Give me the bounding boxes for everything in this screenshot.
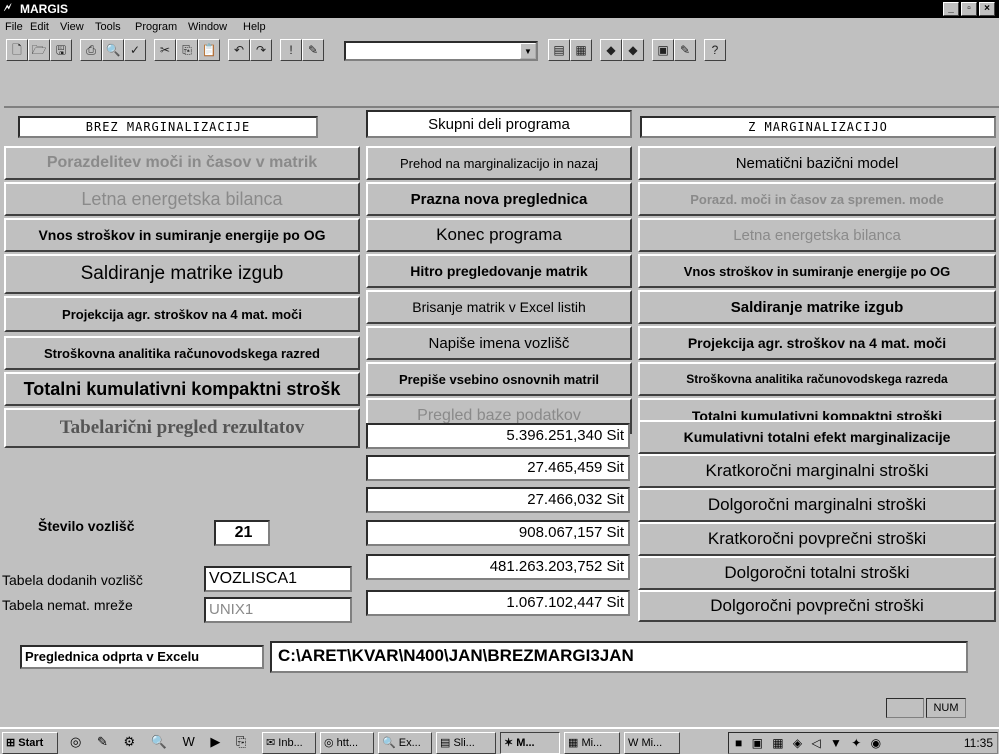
system-tray: ■ ▣ ▦ ◈ ◁ ▼ ✦ ◉ 11:35: [728, 732, 998, 754]
value-long-term-average: 1.067.102,447 Sit: [366, 590, 630, 616]
button-loss-matrix-balancing[interactable]: Saldiranje matrike izgub: [4, 254, 360, 294]
button-long-term-average[interactable]: Dolgoročni povprečni stroški: [638, 590, 996, 622]
header-without-marginalization: BREZ MARGINALIZACIJE: [18, 116, 318, 138]
button-annual-energy-balance[interactable]: Letna energetska bilanca: [4, 182, 360, 216]
toolbar: 🗋 🗁 🖫 ⎙ 🔍 ✓ ✂ ⎘ 📋 ↶ ↷ ! ✎ ▼ ▤ ▦ ◆ ◆ ▣ ✎ …: [0, 36, 999, 96]
value-total-efect: 5.396.251,340 Sit: [366, 423, 630, 449]
button-total-cumulative-costs[interactable]: Totalni kumulativni kompaktni strošk: [4, 372, 360, 406]
tray-icons[interactable]: ■ ▣ ▦ ◈ ◁ ▼ ✦ ◉: [735, 736, 884, 750]
value-long-term-total: 481.263.203,752 Sit: [366, 554, 630, 580]
button-toggle-marginalization[interactable]: Prehod na marginalizacijo in nazaj: [366, 146, 632, 180]
button-tabular-results[interactable]: Tabelarični pregled rezultatov: [4, 408, 360, 448]
menu-edit[interactable]: Edit: [30, 21, 49, 33]
tool-icon-c[interactable]: ▣: [652, 39, 674, 61]
task-browser[interactable]: ◎ htt...: [320, 732, 374, 754]
window-title: MARGIS: [20, 2, 68, 16]
cut-icon[interactable]: ✂: [154, 39, 176, 61]
title-bar: 🗲 MARGIS _ ▫ ×: [0, 0, 999, 18]
status-num: NUM: [926, 698, 966, 718]
button-long-term-marginal[interactable]: Dolgoročni marginalni stroški: [638, 488, 996, 522]
clock: 11:35: [963, 736, 993, 750]
task-excel[interactable]: ▦ Mi...: [564, 732, 620, 754]
button-delete-matrices[interactable]: Brisanje matrik v Excel listih: [366, 290, 632, 324]
button-quick-matrix-view[interactable]: Hitro pregledovanje matrik: [366, 254, 632, 288]
edit-chart-icon[interactable]: ✎: [302, 39, 324, 61]
toolbar-combo[interactable]: ▼: [344, 41, 538, 61]
task-explorer[interactable]: 🔍 Ex...: [378, 732, 432, 754]
help-icon[interactable]: ?: [704, 39, 726, 61]
button-write-node-names[interactable]: Napiše imena vozlišč: [366, 326, 632, 360]
value-short-term-marginal: 27.465,459 Sit: [366, 455, 630, 481]
button-cost-projection[interactable]: Projekcija agr. stroškov na 4 mat. moči: [4, 296, 360, 332]
tool-icon-b[interactable]: ◆: [622, 39, 644, 61]
maximize-button[interactable]: ▫: [961, 2, 977, 16]
nonmat-network-field[interactable]: UNIX1: [204, 597, 352, 623]
menu-tools[interactable]: Tools: [95, 21, 121, 33]
print-preview-icon[interactable]: 🔍: [102, 39, 124, 61]
grid-icon[interactable]: ▦: [570, 39, 592, 61]
close-button[interactable]: ×: [979, 2, 995, 16]
button-cost-projection-marg[interactable]: Projekcija agr. stroškov na 4 mat. moči: [638, 326, 996, 360]
menu-bar: File Edit View Tools Program Window Help: [0, 18, 999, 36]
menu-view[interactable]: View: [60, 21, 84, 33]
button-cost-input-marg[interactable]: Vnos stroškov in sumiranje energije po O…: [638, 254, 996, 288]
menu-window[interactable]: Window: [188, 21, 227, 33]
button-long-term-total[interactable]: Dolgoročni totalni stroški: [638, 556, 996, 590]
task-margis[interactable]: ✶ M...: [500, 732, 560, 754]
button-cost-analytics[interactable]: Stroškovna analitika računovodskega razr…: [4, 336, 360, 370]
header-with-marginalization: Z MARGINALIZACIJO: [640, 116, 996, 138]
excel-path-field: C:\ARET\KVAR\N400\JAN\BREZMARGI3JAN: [270, 641, 968, 673]
minimize-button[interactable]: _: [943, 2, 959, 16]
menu-file[interactable]: File: [5, 21, 23, 33]
button-copy-base-matrices[interactable]: Prepiše vsebino osnovnih matril: [366, 362, 632, 396]
menu-program[interactable]: Program: [135, 21, 177, 33]
open-icon[interactable]: 🗁: [28, 39, 50, 61]
button-cost-analytics-marg[interactable]: Stroškovna analitika računovodskega razr…: [638, 362, 996, 396]
start-label: Start: [18, 737, 44, 749]
node-count-label: Število vozlišč: [38, 518, 135, 534]
button-nonmatrix-base-model[interactable]: Nematični bazični model: [638, 146, 996, 180]
button-cost-input[interactable]: Vnos stroškov in sumiranje energije po O…: [4, 218, 360, 252]
spelling-icon[interactable]: ✓: [124, 39, 146, 61]
excel-open-label: Preglednica odprta v Excelu: [20, 645, 264, 669]
menu-help[interactable]: Help: [243, 21, 266, 33]
paste-icon[interactable]: 📋: [198, 39, 220, 61]
exclamation-icon[interactable]: !: [280, 39, 302, 61]
button-short-term-marginal[interactable]: Kratkoročni marginalni stroški: [638, 454, 996, 488]
chevron-down-icon[interactable]: ▼: [520, 43, 536, 59]
app-logo-icon: 🗲: [4, 2, 12, 14]
task-word[interactable]: W Mi...: [624, 732, 680, 754]
tool-icon-a[interactable]: ◆: [600, 39, 622, 61]
save-icon[interactable]: 🖫: [50, 39, 72, 61]
added-nodes-label: Tabela dodanih vozlišč: [2, 572, 143, 588]
button-cumulative-total-effect[interactable]: Kumulativni totalni efekt marginalizacij…: [638, 420, 996, 454]
button-exit-program[interactable]: Konec programa: [366, 218, 632, 252]
quicklaunch-icons[interactable]: ◎ ✎ ⚙ 🔍 W ▶ ⎘: [70, 734, 252, 750]
node-count-value: 21: [214, 520, 270, 546]
new-icon[interactable]: 🗋: [6, 39, 28, 61]
added-nodes-field[interactable]: VOZLISCA1: [204, 566, 352, 592]
value-short-term-average: 908.067,157 Sit: [366, 520, 630, 546]
status-bar: NUM: [0, 694, 999, 720]
copy-icon[interactable]: ⎘: [176, 39, 198, 61]
button-loss-matrix-balancing-marg[interactable]: Saldiranje matrike izgub: [638, 290, 996, 324]
task-inbox[interactable]: ✉ Inb...: [262, 732, 316, 754]
value-long-term-marginal: 27.466,032 Sit: [366, 487, 630, 513]
button-annual-energy-balance-marg[interactable]: Letna energetska bilanca: [638, 218, 996, 252]
sheet-icon[interactable]: ▤: [548, 39, 570, 61]
status-pane-1: [886, 698, 924, 718]
header-common-parts: Skupni deli programa: [366, 110, 632, 138]
undo-icon[interactable]: ↶: [228, 39, 250, 61]
button-power-time-modified[interactable]: Porazd. moči in časov za spremen. mode: [638, 182, 996, 216]
task-slides[interactable]: ▤ Sli...: [436, 732, 496, 754]
button-new-spreadsheet[interactable]: Prazna nova preglednica: [366, 182, 632, 216]
button-power-time-distribution[interactable]: Porazdelitev moči in časov v matrik: [4, 146, 360, 180]
start-button[interactable]: ⊞ Start: [2, 732, 58, 754]
print-icon[interactable]: ⎙: [80, 39, 102, 61]
nonmat-network-label: Tabela nemat. mreže: [2, 597, 133, 613]
redo-icon[interactable]: ↷: [250, 39, 272, 61]
button-short-term-average[interactable]: Kratkoročni povprečni stroški: [638, 522, 996, 556]
taskbar: ⊞ Start ◎ ✎ ⚙ 🔍 W ▶ ⎘ ✉ Inb... ◎ htt... …: [0, 727, 999, 754]
tool-icon-d[interactable]: ✎: [674, 39, 696, 61]
